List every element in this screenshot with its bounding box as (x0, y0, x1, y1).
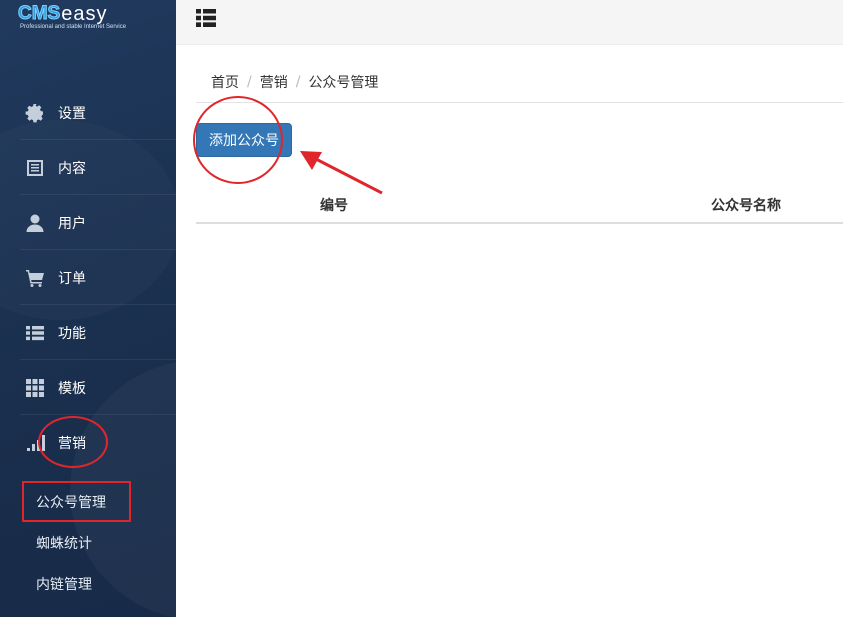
document-icon (24, 157, 46, 179)
logo-cms-text: CMS (17, 3, 61, 24)
breadcrumb: 首页 / 营销 / 公众号管理 (211, 72, 378, 92)
column-header-account-name[interactable]: 公众号名称 (711, 195, 781, 215)
sidebar-item-label: 设置 (58, 105, 86, 122)
grid-icon (24, 377, 46, 399)
sidebar: CMS easy Professional and stable Interne… (0, 0, 176, 617)
logo-tagline: Professional and stable Internet Service (20, 24, 127, 30)
user-icon (24, 212, 46, 234)
divider (196, 102, 843, 103)
sidebar-item-settings[interactable]: 设置 (0, 85, 176, 140)
top-bar (176, 0, 843, 45)
sidebar-item-templates[interactable]: 模板 (0, 360, 176, 415)
sidebar-item-content[interactable]: 内容 (0, 140, 176, 195)
annotation-highlight-circle (38, 416, 108, 468)
annotation-highlight-box (22, 481, 131, 522)
sidebar-item-label: 内容 (58, 160, 86, 177)
table-header: 编号 公众号名称 (196, 190, 843, 224)
sidebar-item-orders[interactable]: 订单 (0, 250, 176, 305)
brand-logo[interactable]: CMS easy Professional and stable Interne… (17, 3, 158, 34)
sidebar-item-features[interactable]: 功能 (0, 305, 176, 360)
subnav-item-spider-stats[interactable]: 蜘蛛统计 (0, 522, 176, 563)
list-icon (24, 322, 46, 344)
list-toggle-icon[interactable] (196, 9, 216, 27)
annotation-arrow-icon (300, 151, 383, 195)
breadcrumb-current: 公众号管理 (308, 75, 379, 91)
sidebar-item-label: 功能 (58, 325, 86, 342)
cart-icon (24, 267, 46, 289)
breadcrumb-marketing[interactable]: 营销 (260, 72, 288, 92)
sidebar-item-label: 订单 (58, 270, 86, 287)
annotation-highlight-circle (193, 96, 283, 184)
breadcrumb-separator: / (295, 74, 301, 90)
breadcrumb-home[interactable]: 首页 (211, 72, 239, 92)
breadcrumb-separator: / (247, 74, 252, 90)
sidebar-item-label: 模板 (58, 380, 86, 397)
sidebar-item-users[interactable]: 用户 (0, 195, 176, 250)
sidebar-nav: 设置 内容 用户 订单 功能 模板 营销 (0, 85, 176, 470)
gear-icon (24, 102, 46, 124)
subnav-item-internal-links[interactable]: 内链管理 (0, 563, 176, 604)
sidebar-item-label: 用户 (58, 215, 86, 232)
column-header-id[interactable]: 编号 (320, 195, 348, 215)
logo-easy-text: easy (61, 3, 108, 25)
